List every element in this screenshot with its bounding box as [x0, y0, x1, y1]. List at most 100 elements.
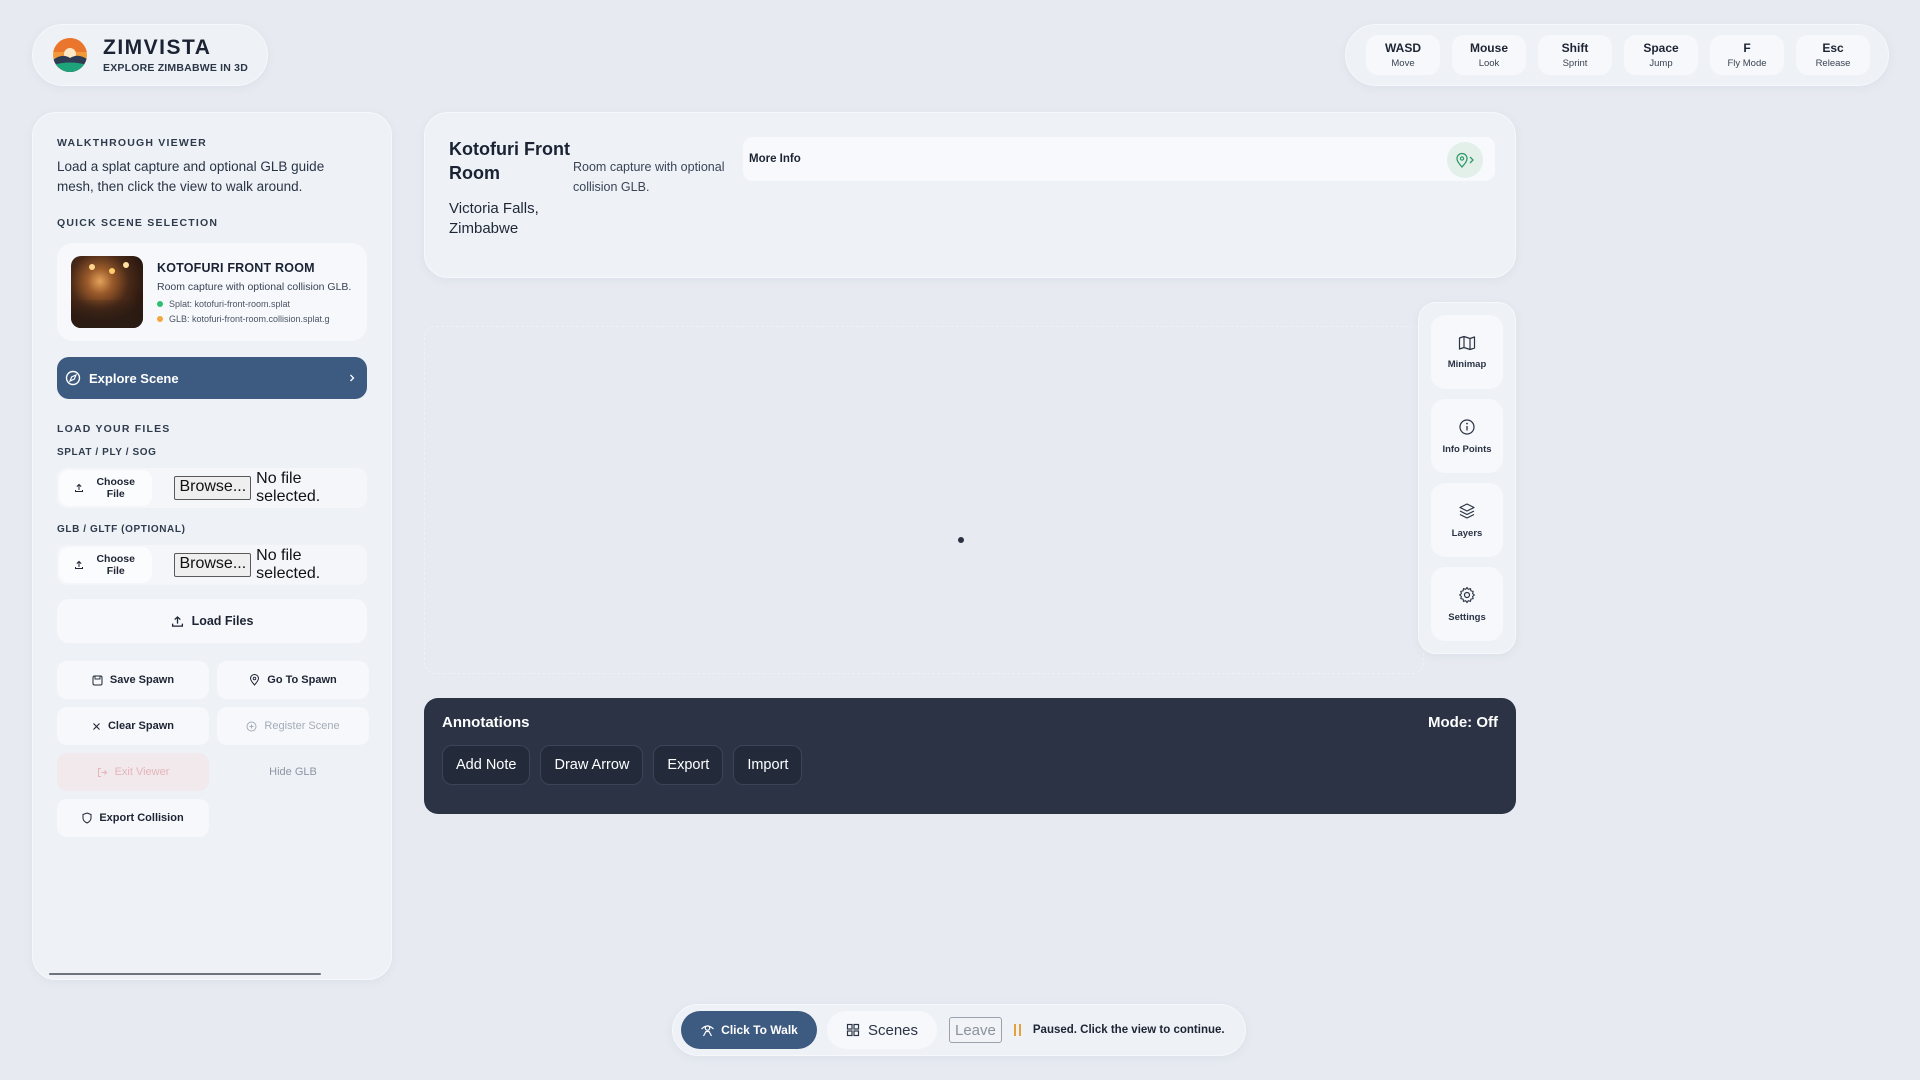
walk-icon — [700, 1023, 715, 1037]
explore-scene-button[interactable]: Explore Scene — [57, 357, 367, 399]
scenes-label: Scenes — [867, 1021, 919, 1039]
pause-icon — [1013, 1024, 1021, 1036]
splat-file-line: Splat: kotofuri-front-room.splat — [157, 299, 357, 309]
explore-label: Explore Scene — [89, 370, 179, 386]
compass-icon — [65, 370, 81, 386]
export-collision-label: Export Collision — [99, 812, 184, 824]
scene-thumbnail — [71, 256, 143, 328]
register-scene-button[interactable]: Register Scene — [217, 707, 369, 745]
leave-button[interactable]: Leave — [949, 1017, 1002, 1043]
settings-label: Settings — [1448, 611, 1486, 623]
location-description: Room capture with optional collision GLB… — [573, 160, 725, 194]
scene-description: Room capture with optional collision GLB… — [157, 280, 352, 293]
scenes-button[interactable]: Scenes — [827, 1011, 937, 1049]
register-scene-label: Register Scene — [264, 720, 340, 732]
scene-name: KOTOFURI FRONT ROOM — [157, 260, 315, 275]
layers-label: Layers — [1451, 527, 1483, 539]
exit-viewer-button[interactable]: Exit Viewer — [57, 753, 209, 791]
glb-field-label: GLB / GLTF (OPTIONAL) — [57, 524, 186, 535]
go-to-spawn-label: Go To Spawn — [267, 674, 337, 686]
choose-file-label: Choose File — [96, 553, 135, 577]
splat-status-dot — [157, 300, 163, 307]
glb-browse-button[interactable]: Browse... — [174, 553, 252, 577]
key-name: Esc — [1822, 41, 1844, 55]
click-to-walk-button[interactable]: Click To Walk — [681, 1011, 817, 1049]
upload-icon — [74, 560, 84, 570]
load-files-heading: LOAD YOUR FILES — [57, 423, 171, 435]
splat-file-status: No file selected. — [256, 470, 321, 505]
upload-icon — [74, 483, 84, 493]
save-spawn-label: Save Spawn — [109, 674, 175, 686]
crosshair-dot — [958, 537, 964, 543]
export-collision-button[interactable]: Export Collision — [57, 799, 209, 837]
key-name: F — [1743, 41, 1751, 55]
export-button[interactable]: Export — [653, 745, 724, 785]
info-points-button[interactable]: Info Points — [1431, 399, 1503, 473]
key-hint-f: F Fly Mode — [1710, 35, 1784, 75]
quick-scene-heading: QUICK SCENE SELECTION — [57, 217, 219, 229]
settings-button[interactable]: Settings — [1431, 567, 1503, 641]
layers-button[interactable]: Layers — [1431, 483, 1503, 557]
shield-icon — [82, 812, 92, 824]
sidebar-scrollbar[interactable] — [49, 973, 321, 975]
grid-icon — [846, 1023, 860, 1037]
map-icon — [1458, 335, 1476, 351]
load-files-button[interactable]: Load Files — [57, 599, 367, 643]
add-note-button[interactable]: Add Note — [442, 745, 531, 785]
scene-viewport[interactable] — [424, 326, 1424, 674]
key-name: Mouse — [1469, 41, 1508, 55]
viewer-heading: WALKTHROUGH VIEWER — [57, 137, 207, 149]
hide-glb-button[interactable]: Hide GLB — [217, 753, 369, 791]
key-action: Release — [1815, 58, 1851, 69]
key-action: Look — [1478, 58, 1500, 69]
key-hint-wasd: WASD Move — [1366, 35, 1440, 75]
go-to-spawn-button[interactable]: Go To Spawn — [217, 661, 369, 699]
intro-text: Load a splat capture and optional GLB gu… — [57, 159, 325, 194]
choose-glb-button[interactable]: Choose File — [59, 547, 153, 583]
choose-file-label: Choose File — [96, 476, 135, 500]
more-info-label: More Info — [749, 153, 801, 165]
key-hint-esc: Esc Release — [1796, 35, 1870, 75]
minimap-label: Minimap — [1447, 358, 1487, 370]
glb-file-line: GLB: kotofuri-front-room.collision.splat… — [157, 314, 357, 324]
scene-card[interactable]: KOTOFURI FRONT ROOM Room capture with op… — [57, 243, 367, 341]
layers-icon — [1458, 502, 1476, 520]
plus-circle-icon — [246, 721, 257, 732]
key-action: Fly Mode — [1727, 58, 1767, 69]
brand-pill: ZIMVISTA EXPLORE ZIMBABWE IN 3D — [32, 24, 268, 86]
logo-icon — [53, 38, 87, 72]
brand-subtitle: EXPLORE ZIMBABWE IN 3D — [103, 62, 248, 74]
minimap-button[interactable]: Minimap — [1431, 315, 1503, 389]
splat-file-name: Splat: kotofuri-front-room.splat — [169, 298, 291, 309]
annotations-title: Annotations — [442, 714, 530, 731]
map-pin-icon — [1454, 151, 1476, 169]
key-name: WASD — [1385, 41, 1421, 55]
map-pin-icon — [249, 674, 260, 686]
status-message: Paused. Click the view to continue. — [1032, 1024, 1225, 1036]
info-icon — [1458, 418, 1476, 436]
draw-arrow-button[interactable]: Draw Arrow — [540, 745, 644, 785]
brand-title: ZIMVISTA — [103, 36, 212, 59]
save-spawn-button[interactable]: Save Spawn — [57, 661, 209, 699]
import-button[interactable]: Import — [733, 745, 803, 785]
bottom-bar: Click To Walk Scenes Leave Paused. Click… — [672, 1004, 1246, 1056]
glb-file-name: GLB: kotofuri-front-room.collision.splat… — [169, 313, 330, 324]
glb-status-dot — [157, 315, 163, 322]
key-hint-shift: Shift Sprint — [1538, 35, 1612, 75]
clear-spawn-label: Clear Spawn — [107, 720, 175, 732]
splat-browse-button[interactable]: Browse... — [174, 476, 252, 500]
close-icon — [92, 722, 101, 731]
annotations-panel: Annotations Mode: Off Add Note Draw Arro… — [424, 698, 1516, 814]
key-action: Jump — [1649, 58, 1673, 69]
clear-spawn-button[interactable]: Clear Spawn — [57, 707, 209, 745]
gear-icon — [1458, 586, 1476, 604]
splat-field-label: SPLAT / PLY / SOG — [57, 447, 157, 458]
location-card: Kotofuri Front Room Victoria Falls, Zimb… — [424, 112, 1516, 278]
more-info-bar[interactable]: More Info — [743, 137, 1495, 181]
upload-icon — [171, 615, 184, 628]
splat-file-input: Choose File Browse... No file selected. — [57, 468, 367, 508]
info-points-label: Info Points — [1442, 443, 1492, 455]
choose-splat-button[interactable]: Choose File — [59, 470, 153, 506]
location-pin-button[interactable] — [1447, 142, 1483, 178]
key-hint-mouse: Mouse Look — [1452, 35, 1526, 75]
